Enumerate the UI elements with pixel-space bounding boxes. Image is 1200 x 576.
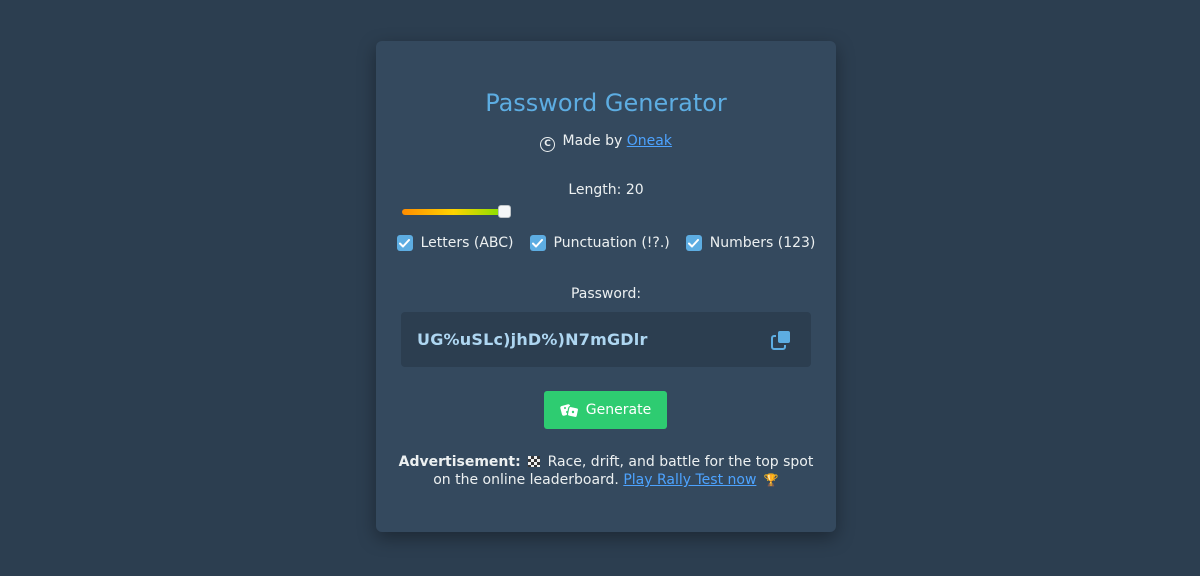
generate-button[interactable]: Generate <box>544 391 667 429</box>
password-display: UG%uSLc)jhD%)N7mGDlr <box>401 312 811 367</box>
check-icon <box>399 238 411 247</box>
copyright-icon: C <box>540 137 556 152</box>
author-link[interactable]: Oneak <box>627 133 672 149</box>
credit-line: C Made by Oneak <box>376 133 836 152</box>
dice-icon <box>560 404 579 418</box>
ad-link[interactable]: Play Rally Test now <box>623 472 756 488</box>
option-numbers-label: Numbers (123) <box>709 235 816 251</box>
slider-track <box>402 209 505 215</box>
copy-icon[interactable] <box>771 330 791 350</box>
ad-heading: Advertisement: <box>398 454 521 470</box>
password-value: UG%uSLc)jhD%)N7mGDlr <box>417 330 648 349</box>
credit-prefix: Made by <box>562 133 623 149</box>
page-title: Password Generator <box>485 89 727 117</box>
option-punctuation-label: Punctuation (!?.) <box>553 235 670 251</box>
option-numbers[interactable]: Numbers (123) <box>685 235 816 251</box>
length-slider[interactable] <box>402 205 522 218</box>
password-label: Password: <box>570 286 642 302</box>
generator-card: Password Generator C Made by Oneak Lengt… <box>376 41 836 532</box>
trophy-icon: 🏆 <box>763 473 779 487</box>
generate-label: Generate <box>585 402 652 418</box>
check-icon <box>532 238 543 247</box>
option-letters-label: Letters (ABC) <box>420 235 514 251</box>
advertisement: Advertisement: Race, drift, and battle f… <box>396 453 816 489</box>
slider-thumb[interactable] <box>498 205 511 218</box>
options-row: Letters (ABC) Punctuation (!?.) Numbers … <box>376 235 836 251</box>
checkbox-punctuation[interactable] <box>529 235 546 251</box>
checkered-flag-icon <box>528 456 541 467</box>
checkbox-letters[interactable] <box>396 235 413 251</box>
checkbox-numbers[interactable] <box>685 235 702 251</box>
check-icon <box>688 238 700 247</box>
option-punctuation[interactable]: Punctuation (!?.) <box>529 235 670 251</box>
length-label: Length: 20 <box>568 182 644 198</box>
option-letters[interactable]: Letters (ABC) <box>396 235 514 251</box>
